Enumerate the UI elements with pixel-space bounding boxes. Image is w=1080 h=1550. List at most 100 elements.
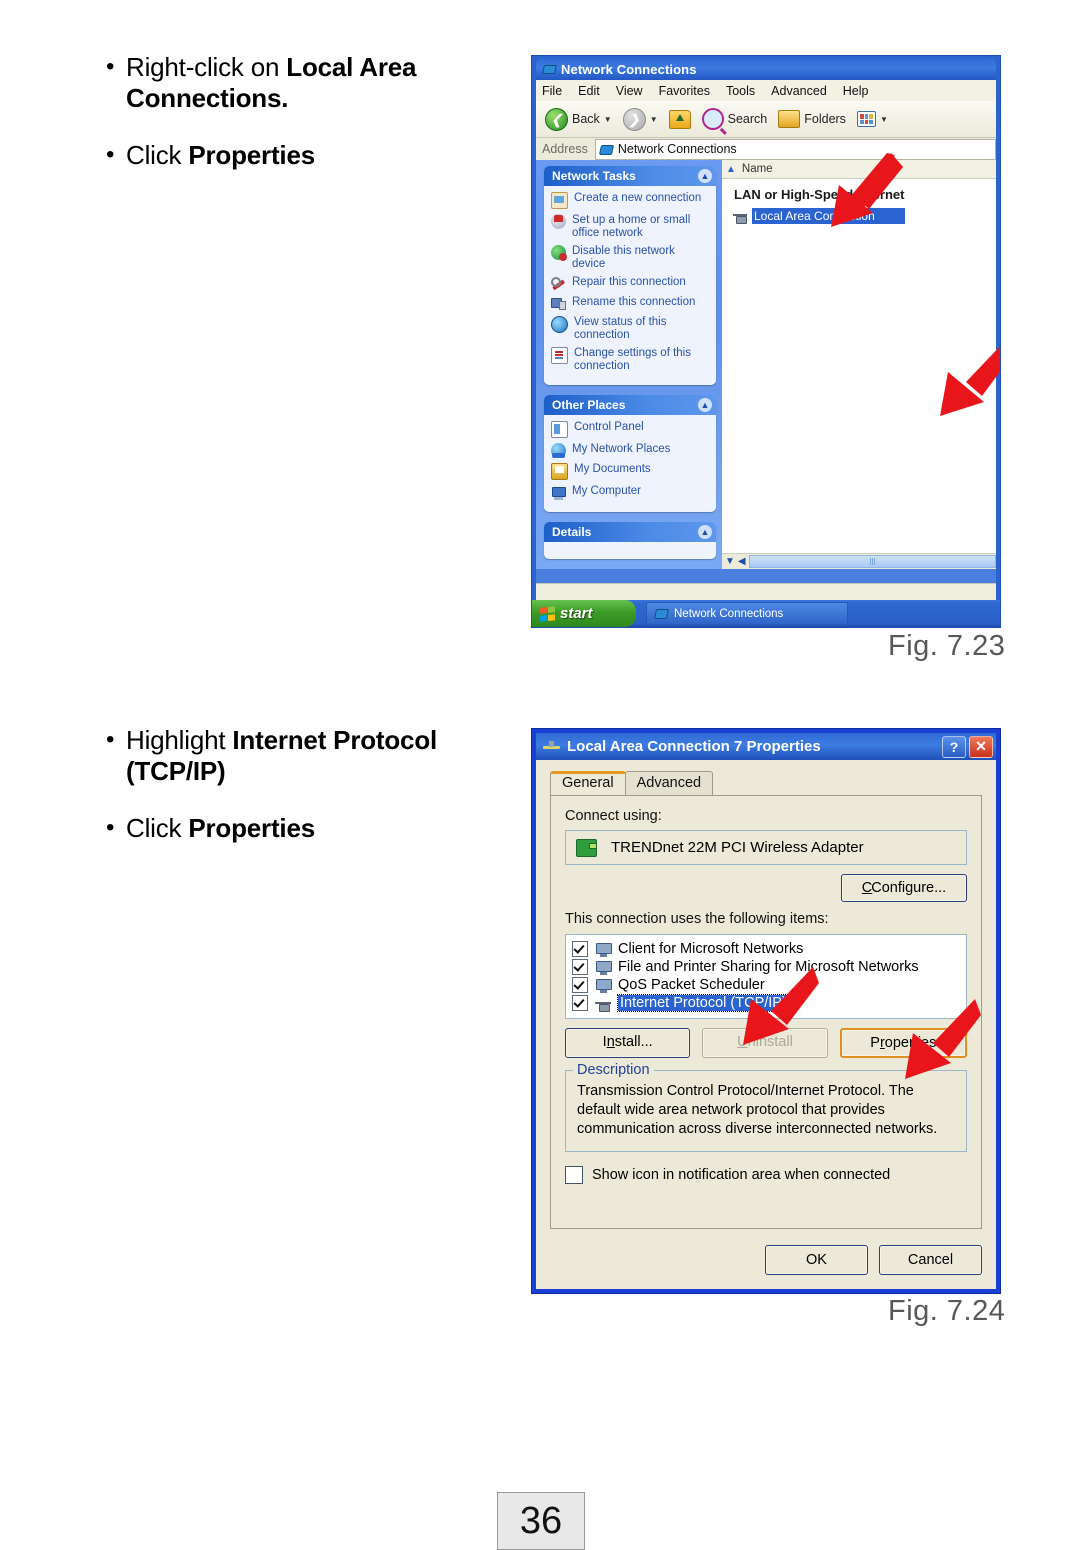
start-button[interactable]: start	[532, 600, 636, 627]
item-label: Internet Protocol (TCP/IP)	[617, 994, 790, 1012]
scroll-down-icon[interactable]: ▼	[725, 556, 735, 567]
screenshot-network-connections: Network Connections File Edit View Favor…	[531, 55, 1001, 628]
address-input[interactable]: Network Connections	[594, 138, 996, 160]
list-item-file-printer-sharing[interactable]: File and Printer Sharing for Microsoft N…	[570, 958, 962, 976]
chevron-down-icon[interactable]: ▼	[604, 115, 612, 124]
menu-edit[interactable]: Edit	[578, 84, 600, 98]
connection-name: Local Area Connection	[752, 208, 905, 224]
description-group: Description Transmission Control Protoco…	[565, 1061, 967, 1152]
task-setup-home-network[interactable]: Set up a home or small office network	[551, 214, 710, 240]
instruction-text: Right-click on	[126, 52, 287, 82]
wrench-icon	[551, 276, 566, 291]
folders-button[interactable]: Folders	[775, 110, 849, 128]
install-label: stall...	[614, 1034, 653, 1050]
task-create-connection[interactable]: Create a new connection	[551, 192, 710, 209]
views-icon	[856, 111, 876, 127]
details-panel: Details ▲	[544, 522, 716, 559]
show-icon-row[interactable]: Show icon in notification area when conn…	[565, 1166, 967, 1184]
configure-button[interactable]: CConfigure...	[841, 874, 967, 902]
configure-label: Configure...	[871, 880, 947, 896]
tab-advanced[interactable]: Advanced	[624, 771, 714, 795]
up-button[interactable]	[666, 109, 694, 129]
instruction-item: Click Properties	[104, 812, 534, 844]
install-button[interactable]: Install...	[565, 1028, 691, 1058]
task-rename-connection[interactable]: Rename this connection	[551, 296, 710, 311]
properties-button[interactable]: Properties	[839, 1028, 967, 1058]
network-tasks-header[interactable]: Network Tasks ▲	[544, 166, 716, 186]
network-items-list[interactable]: Client for Microsoft Networks File and P…	[565, 934, 967, 1019]
other-places-list: Control Panel My Network Places My Docum…	[544, 415, 716, 512]
menu-file[interactable]: File	[542, 84, 562, 98]
cancel-button[interactable]: Cancel	[879, 1245, 982, 1275]
task-label: Disable this network device	[572, 245, 675, 270]
menu-favorites[interactable]: Favorites	[659, 84, 710, 98]
checkbox[interactable]	[572, 959, 588, 975]
checkbox[interactable]	[572, 977, 588, 993]
network-connections-icon	[655, 607, 668, 620]
client-icon	[594, 942, 612, 957]
task-view-status[interactable]: View status of this connection	[551, 316, 710, 342]
details-header[interactable]: Details ▲	[544, 522, 716, 542]
show-icon-checkbox[interactable]	[565, 1166, 583, 1184]
description-legend: Description	[573, 1061, 654, 1080]
scroll-left-icon[interactable]: ◀	[738, 556, 746, 567]
menu-advanced[interactable]: Advanced	[771, 84, 827, 98]
place-control-panel[interactable]: Control Panel	[551, 421, 710, 438]
dialog-title: Local Area Connection 7 Properties	[567, 738, 821, 755]
search-button[interactable]: Search	[699, 108, 771, 130]
menu-help[interactable]: Help	[843, 84, 869, 98]
list-column-header[interactable]: ▲ Name	[722, 160, 996, 179]
chevron-down-icon[interactable]: ▼	[880, 115, 888, 124]
menu-view[interactable]: View	[616, 84, 643, 98]
task-label: Change settings of this connection	[574, 347, 691, 372]
sort-ascending-icon: ▲	[726, 163, 736, 175]
place-label: My Computer	[572, 485, 642, 497]
taskbar-task-network-connections[interactable]: Network Connections	[646, 602, 848, 625]
network-places-icon	[551, 443, 566, 458]
checkbox[interactable]	[572, 995, 588, 1011]
task-label: View status of this connection	[574, 316, 667, 341]
my-documents-icon	[551, 463, 568, 480]
place-my-network-places[interactable]: My Network Places	[551, 443, 710, 458]
collapse-chevron-icon[interactable]: ▲	[698, 398, 712, 412]
other-places-header[interactable]: Other Places ▲	[544, 395, 716, 415]
network-tasks-panel: Network Tasks ▲ Create a new connection …	[544, 166, 716, 385]
connections-list-area: ▲ Name LAN or High-Speed Internet Local …	[722, 160, 996, 569]
tab-general[interactable]: General	[550, 771, 626, 795]
horizontal-scrollbar[interactable]: ▼ ◀	[722, 553, 996, 569]
connection-list-item[interactable]: Local Area Connection	[722, 208, 996, 224]
explorer-menubar[interactable]: File Edit View Favorites Tools Advanced …	[536, 80, 996, 101]
task-repair-connection[interactable]: Repair this connection	[551, 276, 710, 291]
scrollbar-thumb[interactable]	[748, 555, 996, 568]
help-button[interactable]: ?	[942, 735, 966, 758]
list-item-internet-protocol-tcpip[interactable]: Internet Protocol (TCP/IP)	[570, 994, 962, 1012]
list-item-client-microsoft-networks[interactable]: Client for Microsoft Networks	[570, 940, 962, 958]
close-icon[interactable]: ✕	[969, 735, 993, 758]
collapse-chevron-icon[interactable]: ▲	[698, 525, 712, 539]
forward-button[interactable]: ❯ ▼	[620, 107, 661, 131]
chevron-down-icon[interactable]: ▼	[650, 115, 658, 124]
back-button[interactable]: ❮ Back ▼	[542, 107, 615, 131]
page-number: 36	[497, 1492, 585, 1550]
list-item-qos-packet-scheduler[interactable]: QoS Packet Scheduler	[570, 976, 962, 994]
menu-tools[interactable]: Tools	[726, 84, 755, 98]
place-my-computer[interactable]: My Computer	[551, 485, 710, 500]
explorer-window: Network Connections File Edit View Favor…	[536, 58, 996, 585]
dialog-tabstrip: General Advanced	[536, 760, 996, 795]
instruction-emphasis: Properties	[188, 140, 315, 170]
collapse-chevron-icon[interactable]: ▲	[698, 169, 712, 183]
task-change-settings[interactable]: Change settings of this connection	[551, 347, 710, 373]
dialog-footer: OK Cancel	[765, 1245, 982, 1275]
back-arrow-icon: ❮	[545, 107, 568, 131]
figure-caption-1: Fig. 7.23	[888, 630, 1006, 662]
ok-button[interactable]: OK	[765, 1245, 868, 1275]
views-button[interactable]: ▼	[854, 111, 891, 127]
checkbox[interactable]	[572, 941, 588, 957]
search-label: Search	[727, 112, 768, 126]
task-disable-device[interactable]: Disable this network device	[551, 245, 710, 271]
adapter-name: TRENDnet 22M PCI Wireless Adapter	[611, 839, 864, 856]
instruction-text: Click	[126, 140, 189, 170]
disable-device-icon	[551, 245, 567, 261]
place-my-documents[interactable]: My Documents	[551, 463, 710, 480]
